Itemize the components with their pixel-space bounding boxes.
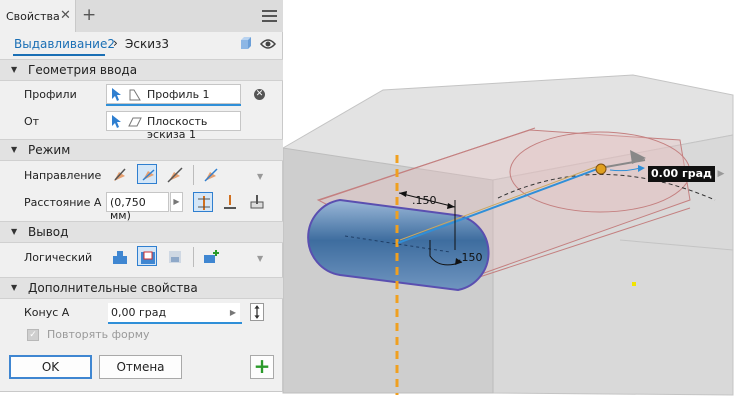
section-mode-title: Режим [28, 143, 71, 157]
section-advanced[interactable]: ▼ Дополнительные свойства [0, 277, 283, 299]
from-selector[interactable]: Плоскость эскиза 1 [106, 111, 241, 141]
direction-flipped-icon[interactable] [137, 164, 157, 184]
cancel-button[interactable]: Отмена [99, 355, 182, 379]
tab-properties-label: Свойства [6, 10, 60, 23]
dropdown-arrow-icon[interactable]: ▼ [257, 254, 263, 263]
through-all-icon[interactable] [247, 192, 267, 212]
distance-arrow-icon[interactable]: ▶ [170, 192, 183, 212]
direction-asymmetric-icon[interactable] [201, 165, 221, 185]
panel-tab-bar: Свойства ✕ + [0, 0, 283, 32]
taper-focus-underline [108, 322, 242, 324]
section-input-geometry-title: Геометрия ввода [28, 63, 138, 77]
intersect-icon[interactable] [165, 247, 185, 267]
cube-icon[interactable] [239, 37, 253, 50]
apply-plus-button[interactable]: + [250, 355, 274, 379]
repeat-shape-label: Повторять форму [47, 328, 150, 341]
properties-panel: Свойства ✕ + Выдавливание2 › Эскиз3 ▼ Ге… [0, 0, 283, 392]
ok-button[interactable]: OK [9, 355, 92, 379]
section-advanced-title: Дополнительные свойства [28, 281, 198, 295]
toolbar-divider [193, 247, 194, 267]
from-value: Плоскость эскиза 1 [147, 115, 208, 141]
expand-arrow-icon[interactable]: ▶ [714, 166, 728, 182]
profiles-selector[interactable]: Профиль 1 [106, 84, 241, 104]
select-cursor-icon [112, 88, 121, 101]
flip-taper-icon[interactable] [250, 303, 264, 321]
dimension-2-text: .150 [458, 251, 483, 264]
breadcrumb-underline [13, 54, 105, 56]
breadcrumb-separator: › [113, 36, 118, 50]
direction-symmetric-icon[interactable] [165, 165, 185, 185]
from-label: От [24, 115, 40, 128]
section-output[interactable]: ▼ Вывод [0, 221, 283, 243]
toolbar-divider [193, 165, 194, 185]
extrude-handle [595, 163, 607, 175]
direction-label: Направление [24, 169, 102, 182]
taper-label: Конус A [24, 306, 70, 319]
clear-selection-icon[interactable]: ✕ [254, 89, 265, 100]
breadcrumb-feature-link[interactable]: Выдавливание2 [14, 37, 115, 51]
tab-properties[interactable]: Свойства ✕ [0, 0, 76, 32]
join-icon[interactable] [110, 247, 130, 267]
dropdown-arrow-icon[interactable]: ▼ [257, 172, 263, 181]
collapse-triangle-icon: ▼ [11, 145, 18, 154]
new-solid-icon[interactable] [201, 247, 221, 267]
collapse-triangle-icon: ▼ [11, 65, 18, 74]
close-icon[interactable]: ✕ [60, 8, 71, 23]
taper-arrow-icon[interactable]: ▶ [226, 303, 240, 322]
section-mode[interactable]: ▼ Режим [0, 139, 283, 161]
profiles-focus-underline [106, 104, 241, 106]
collapse-triangle-icon: ▼ [11, 283, 18, 292]
distance-label: Расстояние A [24, 196, 102, 209]
direction-default-icon[interactable] [110, 165, 130, 185]
profile-icon [129, 89, 141, 101]
section-output-title: Вывод [28, 225, 69, 239]
dimension-1-text: .150 [412, 194, 437, 207]
repeat-shape-checkbox[interactable]: ✓ [27, 329, 39, 341]
section-input-geometry[interactable]: ▼ Геометрия ввода [0, 59, 283, 81]
cut-icon[interactable] [137, 246, 157, 266]
plane-icon [128, 117, 142, 127]
eye-icon[interactable] [260, 38, 276, 50]
angle-readout[interactable]: 0.00 град [648, 166, 715, 182]
boolean-label: Логический [24, 251, 93, 264]
add-tab-icon[interactable]: + [82, 5, 96, 25]
hamburger-menu-icon[interactable] [262, 10, 277, 22]
distance-input[interactable]: (0,750 мм) [106, 192, 169, 222]
to-next-icon[interactable] [220, 192, 240, 212]
profiles-value: Профиль 1 [147, 88, 210, 101]
select-cursor-icon [112, 115, 121, 128]
breadcrumb-sketch-link[interactable]: Эскиз3 [125, 37, 169, 51]
collapse-triangle-icon: ▼ [11, 227, 18, 236]
profiles-label: Профили [24, 88, 77, 101]
distance-mode-icon[interactable] [193, 192, 213, 212]
taper-input[interactable]: 0,00 град [108, 303, 226, 322]
